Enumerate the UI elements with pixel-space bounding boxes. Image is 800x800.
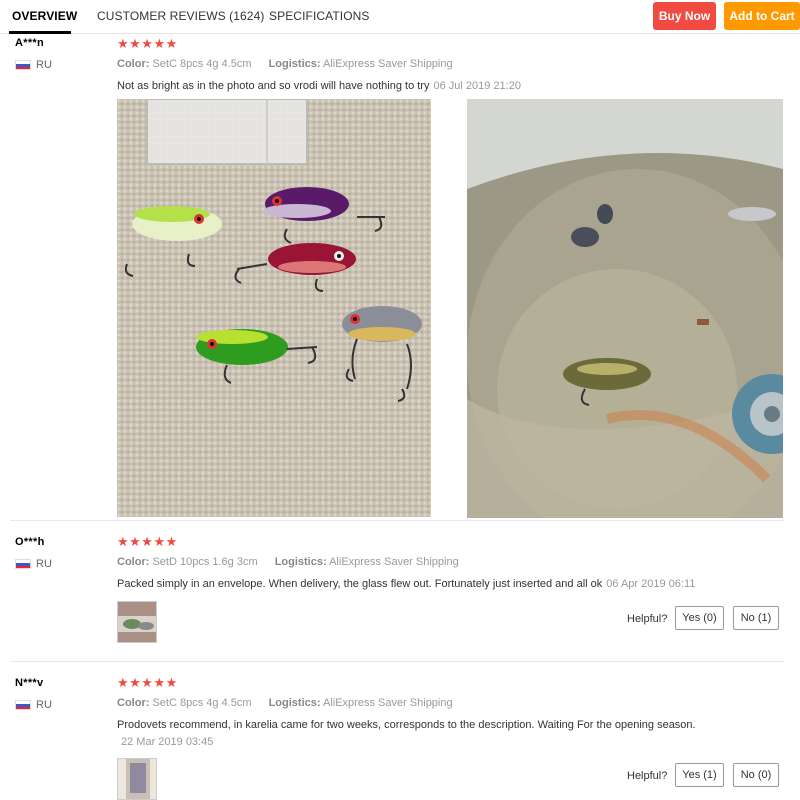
tab-specifications[interactable]: SPECIFICATIONS [269,9,370,23]
review-text: Packed simply in an envelope. When deliv… [117,578,603,590]
russia-flag-icon [15,60,31,70]
color-value: SetD 10pcs 1.6g 3cm [152,556,258,568]
review-photo-thumbnail[interactable] [117,758,157,800]
review-date: 22 Mar 2019 03:45 [121,736,214,748]
helpful-no-button[interactable]: No (0) [733,763,779,787]
review-text: Not as bright as in the photo and so vro… [117,80,430,92]
reviewer-country: RU [36,59,52,71]
reviewer-country: RU [36,558,52,570]
logistics-label: Logistics: [274,556,327,568]
reviewer-name: A***n [15,37,45,49]
active-tab-indicator [9,31,71,34]
helpful-label: Helpful? [627,613,668,625]
reviewer-name: N***v [15,677,44,689]
review-divider [10,520,784,521]
helpful-yes-button[interactable]: Yes (1) [675,763,724,787]
review-meta: Color: SetD 10pcs 1.6g 3cm Logistics: Al… [117,556,459,568]
review-photo-lures-on-towel[interactable] [117,99,431,517]
product-tab-bar: OVERVIEW CUSTOMER REVIEWS (1624) SPECIFI… [0,0,800,34]
star-rating: ★★★★★ [117,675,178,690]
color-value: SetC 8pcs 4g 4.5cm [152,58,252,70]
add-to-cart-button[interactable]: Add to Cart [724,2,800,30]
review-photo-lures-in-water[interactable] [467,99,783,518]
review-text: Prodovets recommend, in karelia came for… [117,719,696,731]
star-rating: ★★★★★ [117,36,178,51]
review-divider [10,661,784,662]
tab-overview[interactable]: OVERVIEW [12,9,77,23]
russia-flag-icon [15,700,31,710]
reviewer-country: RU [36,699,52,711]
star-rating: ★★★★★ [117,534,178,549]
review-meta: Color: SetC 8pcs 4g 4.5cm Logistics: Ali… [117,58,453,70]
review-text-line: Packed simply in an envelope. When deliv… [117,578,695,590]
tab-customer-reviews[interactable]: CUSTOMER REVIEWS (1624) [97,9,264,23]
logistics-value: AliExpress Saver Shipping [322,58,453,70]
helpful-label: Helpful? [627,770,668,782]
review-date: 06 Jul 2019 21:20 [433,80,521,92]
logistics-value: AliExpress Saver Shipping [329,556,459,568]
review-date: 06 Apr 2019 06:11 [606,578,696,590]
review-text-line: Not as bright as in the photo and so vro… [117,80,521,92]
color-label: Color: [117,556,150,568]
logistics-label: Logistics: [268,697,321,709]
helpful-yes-button[interactable]: Yes (0) [675,606,724,630]
review-meta: Color: SetC 8pcs 4g 4.5cm Logistics: Ali… [117,697,453,709]
russia-flag-icon [15,559,31,569]
buy-now-button[interactable]: Buy Now [653,2,716,30]
reviewer-name: O***h [15,536,45,548]
color-label: Color: [117,58,150,70]
review-photo-thumbnail[interactable] [117,601,157,643]
logistics-value: AliExpress Saver Shipping [322,697,453,709]
logistics-label: Logistics: [268,58,321,70]
color-label: Color: [117,697,150,709]
helpful-no-button[interactable]: No (1) [733,606,779,630]
color-value: SetC 8pcs 4g 4.5cm [152,697,252,709]
